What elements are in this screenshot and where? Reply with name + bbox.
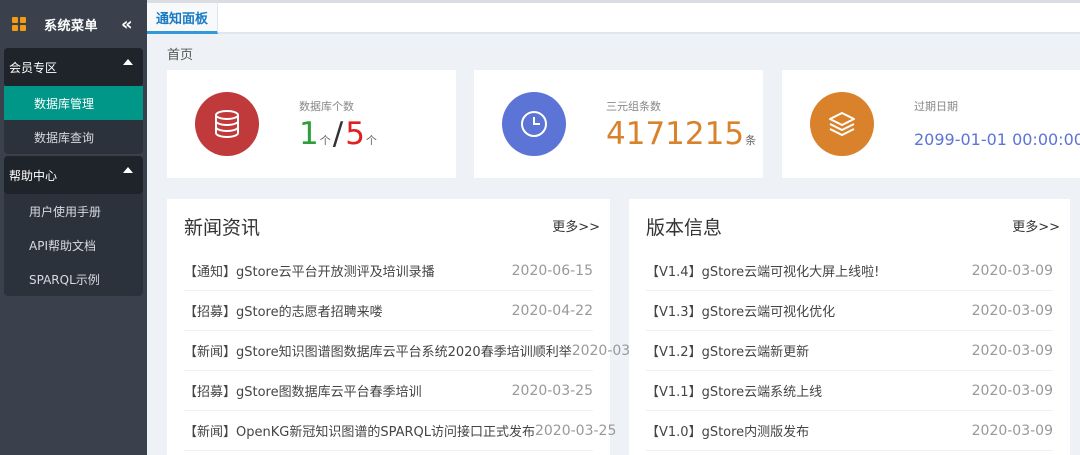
db-total-count: 5: [345, 116, 365, 152]
sidebar-item-sparql-examples[interactable]: SPARQL示例: [4, 262, 143, 296]
breadcrumb[interactable]: 首页: [167, 44, 193, 63]
news-item[interactable]: 【招募】gStore的志愿者招聘来喽 2020-04-22: [184, 291, 593, 331]
stat-card-triples: 三元组条数 4171215条: [474, 70, 763, 178]
news-panel: 新闻资讯 更多>> 【通知】gStore云平台开放测评及培训录播 2020-06-…: [167, 199, 653, 455]
stat-card-expire: 过期日期 2099-01-01 00:00:00: [782, 70, 1080, 178]
sidebar-item-db-query[interactable]: 数据库查询: [4, 120, 143, 154]
menu-group-member: 会员专区 数据库管理 数据库查询: [4, 48, 143, 154]
unit-label: 个: [365, 134, 377, 147]
news-item[interactable]: 【通知】gStore云平台开放测评及培训录播 2020-06-15: [184, 251, 593, 291]
news-item-date: 2020-03-25: [511, 382, 593, 399]
collapse-left-icon[interactable]: «: [121, 14, 133, 35]
tab-bar: 通知面板: [147, 0, 1080, 34]
sidebar-item-api-docs[interactable]: API帮助文档: [4, 228, 143, 262]
tab-notice-panel[interactable]: 通知面板: [147, 3, 219, 34]
version-item-title[interactable]: 【V1.1】gStore云端系统上线: [646, 381, 822, 400]
caret-up-icon: [123, 167, 133, 173]
version-item-date: 2020-03-09: [971, 342, 1053, 359]
menu-group-help-header[interactable]: 帮助中心: [4, 156, 143, 194]
menu-group-label: 会员专区: [9, 60, 58, 75]
news-item-title[interactable]: 【新闻】OpenKG新冠知识图谱的SPARQL访问接口正式发布: [184, 421, 535, 440]
news-item[interactable]: 【新闻】gStore知识图谱图数据库云平台系统2020春季培训顺利举 2020-0…: [184, 331, 653, 371]
caret-up-icon: [123, 59, 133, 65]
version-item-date: 2020-03-09: [971, 302, 1053, 319]
unit-label: 个: [319, 134, 331, 147]
menu-group-help: 帮助中心 用户使用手册 API帮助文档 SPARQL示例: [4, 156, 143, 296]
apps-icon: [12, 17, 26, 31]
news-item-date: 2020-06-15: [511, 262, 593, 279]
menu-group-member-header[interactable]: 会员专区: [4, 48, 143, 86]
version-more-link[interactable]: 更多>>: [1012, 216, 1060, 235]
stat-label: 数据库个数: [299, 100, 354, 113]
version-item-date: 2020-03-09: [971, 422, 1053, 439]
sidebar-item-db-manage[interactable]: 数据库管理: [4, 86, 143, 120]
triples-count: 4171215: [606, 116, 745, 152]
sidebar: 系统菜单 « 会员专区 数据库管理 数据库查询 帮助中心 用户使用手册 API帮…: [0, 0, 147, 455]
news-item-date: 2020-04-22: [511, 302, 593, 319]
unit-label: 条: [745, 134, 757, 147]
sidebar-title: 系统菜单: [44, 18, 99, 34]
stat-label: 三元组条数: [606, 100, 661, 113]
version-item[interactable]: 【V1.0】gStore内测版发布 2020-03-09: [646, 411, 1053, 451]
expire-date: 2099-01-01 00:00:00: [914, 130, 1080, 149]
version-item-title[interactable]: 【V1.2】gStore云端新更新: [646, 341, 809, 360]
clock-icon: [502, 92, 566, 156]
stat-card-db-count: 数据库个数 1个/5个: [167, 70, 456, 178]
news-item-title[interactable]: 【通知】gStore云平台开放测评及培训录播: [184, 261, 435, 280]
news-item-title[interactable]: 【招募】gStore的志愿者招聘来喽: [184, 301, 383, 320]
version-item[interactable]: 【V1.4】gStore云端可视化大屏上线啦! 2020-03-09: [646, 251, 1053, 291]
news-item-date: 2020-03-25: [534, 422, 617, 439]
news-item[interactable]: 【新闻】OpenKG新冠知识图谱的SPARQL访问接口正式发布 2020-03-2…: [184, 411, 616, 451]
version-item-title[interactable]: 【V1.3】gStore云端可视化优化: [646, 301, 835, 320]
version-item[interactable]: 【V1.3】gStore云端可视化优化 2020-03-09: [646, 291, 1053, 331]
version-item[interactable]: 【V1.1】gStore云端系统上线 2020-03-09: [646, 371, 1053, 411]
db-used-count: 1: [299, 116, 319, 152]
stat-label: 过期日期: [914, 100, 958, 113]
version-item[interactable]: 【V1.2】gStore云端新更新 2020-03-09: [646, 331, 1053, 371]
db-count-value: 1个/5个: [299, 116, 377, 152]
version-item-date: 2020-03-09: [971, 262, 1053, 279]
database-icon: [195, 92, 259, 156]
version-item-title[interactable]: 【V1.0】gStore内测版发布: [646, 421, 809, 440]
version-title: 版本信息: [646, 217, 723, 239]
version-panel: 版本信息 更多>> 【V1.4】gStore云端可视化大屏上线啦! 2020-03…: [629, 199, 1070, 455]
separator: /: [332, 116, 344, 152]
triples-value: 4171215条: [606, 116, 756, 152]
sidebar-item-user-manual[interactable]: 用户使用手册: [4, 194, 143, 228]
news-item-title[interactable]: 【招募】gStore图数据库云平台春季培训: [184, 381, 422, 400]
version-item-title[interactable]: 【V1.4】gStore云端可视化大屏上线啦!: [646, 261, 879, 280]
news-item[interactable]: 【招募】gStore图数据库云平台春季培训 2020-03-25: [184, 371, 593, 411]
version-item-date: 2020-03-09: [971, 382, 1053, 399]
layers-icon: [810, 92, 874, 156]
news-item-title[interactable]: 【新闻】gStore知识图谱图数据库云平台系统2020春季培训顺利举: [184, 341, 572, 360]
news-title: 新闻资讯: [184, 217, 261, 239]
news-more-link[interactable]: 更多>>: [552, 216, 600, 235]
menu-group-label: 帮助中心: [9, 168, 58, 183]
